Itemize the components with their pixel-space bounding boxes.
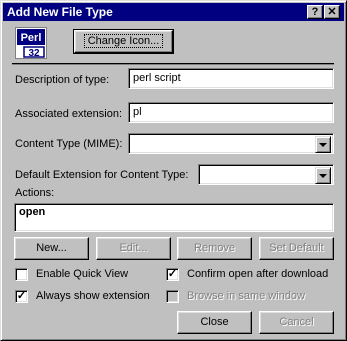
window-title: Add New File Type bbox=[7, 5, 113, 19]
remove-action-button[interactable]: Remove bbox=[177, 237, 252, 260]
perl-icon-text: Perl bbox=[21, 32, 42, 44]
browse-same-window-checkbox[interactable] bbox=[166, 290, 179, 303]
perl-icon-number: 32 bbox=[28, 48, 40, 59]
perl-icon: Perl 32 bbox=[15, 27, 47, 59]
browse-same-window-label: Browse in same window bbox=[187, 290, 305, 302]
default-extension-label: Default Extension for Content Type: bbox=[15, 169, 189, 181]
actions-label: Actions: bbox=[15, 187, 55, 199]
change-icon-button[interactable]: Change Icon... bbox=[73, 29, 174, 54]
chevron-down-icon[interactable] bbox=[315, 136, 331, 153]
always-show-extension-checkbox[interactable]: ✓ bbox=[15, 290, 28, 303]
description-label: Description of type: bbox=[15, 74, 110, 86]
set-default-button[interactable]: Set Default bbox=[259, 237, 334, 260]
close-window-button[interactable]: ✕ bbox=[324, 5, 340, 19]
title-bar: Add New File Type ? ✕ bbox=[3, 3, 344, 21]
confirm-open-label[interactable]: Confirm open after download bbox=[187, 268, 328, 280]
actions-list[interactable]: open bbox=[14, 203, 334, 232]
chevron-down-icon[interactable] bbox=[315, 167, 331, 184]
always-show-extension-label[interactable]: Always show extension bbox=[36, 290, 150, 302]
quick-view-label[interactable]: Enable Quick View bbox=[36, 268, 128, 280]
cancel-button[interactable]: Cancel bbox=[259, 311, 334, 334]
content-type-label: Content Type (MIME): bbox=[15, 138, 123, 150]
confirm-open-checkbox[interactable]: ✓ bbox=[166, 268, 179, 281]
close-icon: ✕ bbox=[327, 6, 337, 18]
question-icon: ? bbox=[311, 6, 319, 18]
close-button[interactable]: Close bbox=[177, 311, 252, 334]
content-type-select[interactable] bbox=[128, 133, 334, 154]
description-input[interactable]: perl script bbox=[128, 68, 334, 89]
new-action-button[interactable]: New... bbox=[14, 237, 89, 260]
extension-label: Associated extension: bbox=[15, 108, 123, 120]
quick-view-checkbox[interactable] bbox=[15, 268, 28, 281]
list-item[interactable]: open bbox=[19, 206, 329, 219]
add-file-type-dialog: Add New File Type ? ✕ Perl 32 Change Ico… bbox=[0, 0, 347, 341]
default-extension-select[interactable] bbox=[198, 164, 334, 185]
header-separator bbox=[12, 63, 334, 65]
edit-action-button[interactable]: Edit... bbox=[96, 237, 171, 260]
help-button[interactable]: ? bbox=[307, 5, 323, 19]
extension-input[interactable]: pl bbox=[128, 102, 334, 123]
